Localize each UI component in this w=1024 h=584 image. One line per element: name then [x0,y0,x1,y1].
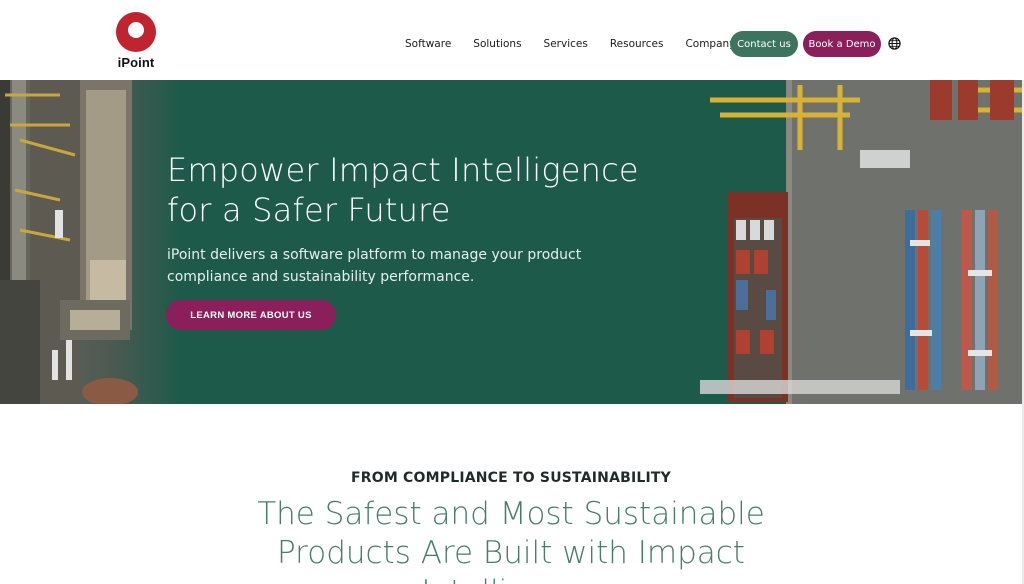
logo-text: iPoint [117,55,155,70]
contact-us-button[interactable]: Contact us [730,31,798,57]
nav-services[interactable]: Services [544,38,588,50]
logo-circle-icon [116,12,156,52]
section-title-line-1: The Safest and Most Sustainable [257,496,765,532]
port-image-left [0,80,180,404]
hero-title-line-2: for a Safer Future [167,191,451,229]
section-title-line-2: Products Are Built with Impact [277,535,745,571]
nav-resources[interactable]: Resources [610,38,664,50]
site-header: iPoint Software Solutions Services Resou… [0,0,1024,80]
nav-company[interactable]: Company [685,38,735,50]
section-title: The Safest and Most Sustainable Products… [200,495,822,584]
hero-title: Empower Impact Intelligence for a Safer … [167,150,687,230]
hero-banner: Empower Impact Intelligence for a Safer … [0,80,1022,404]
hero-subtitle-line-2: compliance and sustainability performanc… [167,269,475,285]
ipoint-logo[interactable]: iPoint [114,12,158,70]
book-demo-button[interactable]: Book a Demo [803,31,881,57]
globe-icon[interactable] [888,37,901,50]
hero-title-line-1: Empower Impact Intelligence [167,151,639,189]
hero-subtitle: iPoint delivers a software platform to m… [167,244,637,288]
nav-software[interactable]: Software [405,38,451,50]
learn-more-button[interactable]: LEARN MORE ABOUT US [166,300,336,330]
port-image-right [700,80,1022,404]
nav-solutions[interactable]: Solutions [473,38,521,50]
section-title-line-3: Intelligence [421,574,600,584]
section-eyebrow: FROM COMPLIANCE TO SUSTAINABILITY [350,470,672,486]
hero-subtitle-line-1: iPoint delivers a software platform to m… [167,247,582,263]
main-nav: Software Solutions Services Resources Co… [405,31,757,57]
